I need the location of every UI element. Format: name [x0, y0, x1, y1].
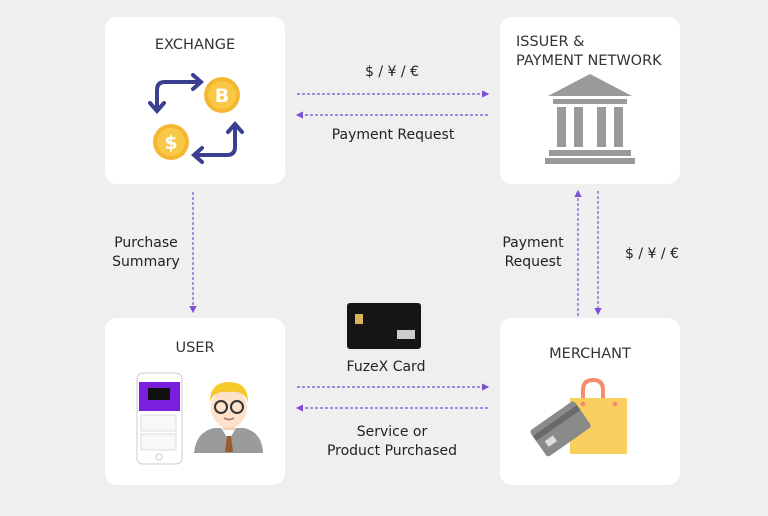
svg-text:B: B: [215, 85, 229, 107]
svg-text:$: $: [164, 132, 177, 154]
phone-icon: [136, 372, 183, 465]
label-exchange-issuer-currency: $ / ¥ / €: [365, 64, 419, 80]
label-service-2: Product Purchased: [326, 443, 458, 459]
bank-icon: [545, 74, 635, 164]
label-purchase-summary-2: Summary: [112, 254, 180, 270]
label-payment-request-right-2: Request: [504, 254, 562, 270]
label-fuzex-card: FuzeX Card: [346, 359, 426, 375]
label-issuer-merchant-currency: $ / ¥ / €: [625, 246, 679, 262]
label-payment-request-right-1: Payment: [502, 235, 564, 251]
label-payment-request-top: Payment Request: [331, 127, 455, 143]
dollar-coin-icon: $: [153, 124, 189, 160]
label-purchase-summary-1: Purchase: [114, 235, 178, 251]
label-service-1: Service or: [356, 424, 428, 440]
fuzex-card-icon: [347, 303, 421, 349]
user-avatar-icon: [194, 382, 263, 453]
bitcoin-coin-icon: B: [204, 77, 240, 113]
